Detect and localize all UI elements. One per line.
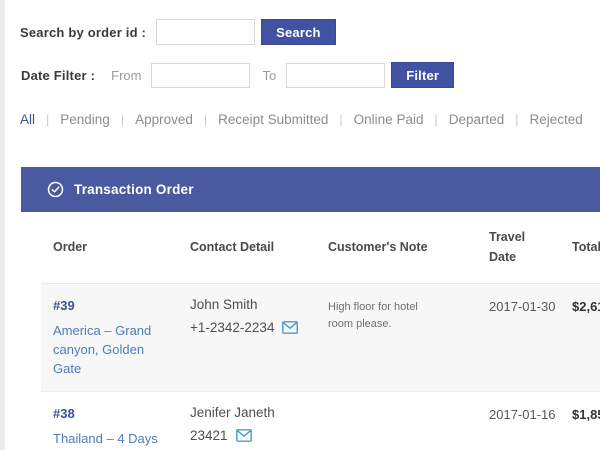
table-row: #39 America – Grand canyon, Golden Gate … — [41, 284, 600, 392]
page: Search by order id : Search Date Filter … — [0, 0, 600, 450]
tab-departed[interactable]: Departed — [449, 112, 505, 127]
panel-title: Transaction Order — [74, 182, 194, 197]
to-label: To — [262, 67, 277, 83]
order-total: $1,853 — [572, 406, 600, 422]
col-header-total: Total — [572, 239, 600, 254]
tab-separator: | — [46, 112, 50, 127]
panel-header: Transaction Order — [21, 167, 600, 212]
tab-pending[interactable]: Pending — [60, 112, 110, 127]
order-total: $2,616 — [572, 299, 600, 314]
tab-approved[interactable]: Approved — [135, 112, 193, 127]
travel-date: 2017-01-16 — [489, 406, 556, 422]
contact-cell: Jenifer Janeth 23421 — [178, 405, 316, 450]
tab-receipt-submitted[interactable]: Receipt Submitted — [218, 112, 328, 127]
table-header-row: Order Contact Detail Customer's Note Tra… — [41, 212, 600, 284]
envelope-icon[interactable] — [282, 321, 299, 334]
tab-separator: | — [515, 112, 519, 127]
tab-all[interactable]: All — [20, 112, 35, 127]
tab-rejected[interactable]: Rejected — [530, 112, 583, 127]
orders-table: Order Contact Detail Customer's Note Tra… — [41, 212, 600, 450]
date-from-input[interactable] — [151, 62, 251, 88]
customer-note — [316, 405, 477, 450]
filter-button[interactable]: Filter — [391, 62, 455, 88]
order-title-link[interactable]: America – Grand canyon, Golden Gate — [53, 322, 178, 379]
order-title-link[interactable]: Thailand – 4 Days in Phuket — [53, 430, 178, 450]
contact-phone: 23421 — [190, 427, 228, 443]
search-label: Search by order id : — [20, 24, 147, 40]
col-header-customers-note: Customer's Note — [328, 239, 428, 254]
travel-date: 2017-01-30 — [489, 299, 556, 314]
date-filter-bar: Date Filter : From To Filter — [21, 62, 455, 88]
check-circle-icon — [47, 181, 64, 198]
order-id-input[interactable] — [156, 19, 256, 45]
tab-separator: | — [203, 112, 208, 127]
contact-cell: John Smith +1-2342-2234 — [178, 297, 316, 379]
order-cell: #38 Thailand – 4 Days in Phuket — [41, 405, 178, 450]
date-filter-label: Date Filter : — [21, 67, 96, 83]
tab-separator: | — [434, 112, 438, 127]
page-left-edge — [0, 0, 5, 450]
col-header-travel-date: Travel Date — [489, 230, 526, 264]
customer-note: High floor for hotel room please. — [328, 301, 418, 331]
transaction-order-panel: Transaction Order Order Contact Detail C… — [21, 167, 600, 450]
order-cell: #39 America – Grand canyon, Golden Gate — [41, 297, 178, 379]
table-row: #38 Thailand – 4 Days in Phuket Jenifer … — [41, 392, 600, 450]
from-label: From — [111, 67, 142, 83]
tab-separator: | — [339, 112, 343, 127]
contact-name: Jenifer Janeth — [190, 404, 275, 420]
order-id-link[interactable]: #39 — [53, 298, 75, 313]
panel-body: Order Contact Detail Customer's Note Tra… — [21, 212, 600, 450]
col-header-contact-detail: Contact Detail — [190, 239, 275, 254]
contact-name: John Smith — [190, 297, 258, 312]
search-button[interactable]: Search — [261, 19, 336, 45]
tab-separator: | — [120, 112, 125, 127]
order-search-bar: Search by order id : Search — [20, 19, 336, 45]
contact-phone: +1-2342-2234 — [190, 320, 275, 335]
envelope-icon[interactable] — [235, 428, 252, 442]
order-id-link[interactable]: #38 — [53, 406, 75, 421]
status-tabs: All | Pending | Approved | Receipt Submi… — [20, 112, 583, 127]
date-to-input[interactable] — [286, 62, 386, 88]
tab-online-paid[interactable]: Online Paid — [354, 112, 424, 127]
col-header-order: Order — [53, 239, 88, 254]
